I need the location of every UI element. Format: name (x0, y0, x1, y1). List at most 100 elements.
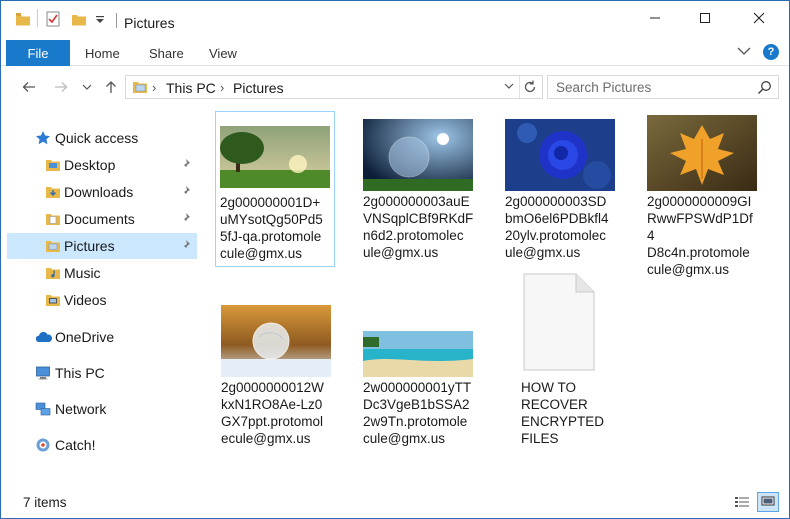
tab-home[interactable]: Home (85, 46, 120, 61)
sidebar-item-network[interactable]: Network (7, 396, 197, 422)
minimize-icon (650, 17, 660, 19)
close-button[interactable] (735, 1, 783, 35)
title-divider (116, 13, 117, 28)
file-explorer-window: Pictures File Home Share View ? › This P… (0, 0, 790, 519)
arrow-right-icon (55, 82, 68, 92)
details-view-button[interactable] (731, 492, 753, 512)
tab-view[interactable]: View (209, 46, 237, 61)
frozen-bubble-thumbnail (221, 305, 331, 377)
file-name: 2g0000000012W kxN1RO8Ae-Lz0 GX7ppt.protomo… (221, 380, 324, 446)
file-name: 2g000000001D+ uMYsotQg50Pd5 5fJ-qa.protomo… (220, 195, 323, 261)
sidebar-item-catch[interactable]: Catch! (7, 432, 197, 458)
sidebar-item-this-pc[interactable]: This PC (7, 360, 197, 386)
address-divider (519, 76, 520, 98)
close-icon (753, 12, 765, 24)
videos-folder-icon (46, 295, 60, 306)
pin-icon[interactable] (179, 185, 191, 197)
music-folder-icon (46, 268, 60, 279)
minimize-button[interactable] (631, 1, 679, 35)
blue-rose-thumbnail (505, 119, 615, 191)
maximize-icon (700, 13, 710, 23)
navigation-pane: Quick access Desktop Downloads Documents (1, 111, 201, 491)
search-placeholder: Search Pictures (556, 80, 652, 95)
ribbon: File Home Share View ? (1, 40, 789, 66)
file-item[interactable]: 2g000000001D+ uMYsotQg50Pd5 5fJ-qa.protomo… (215, 111, 335, 267)
pin-icon[interactable] (179, 158, 191, 170)
file-item[interactable]: 2w000000001yTT Dc3VgeB1bSSA2 2w9Tn.protomo… (359, 297, 479, 457)
sidebar-item-documents[interactable]: Documents (7, 206, 197, 232)
network-icon (35, 402, 51, 416)
pin-icon[interactable] (179, 239, 191, 251)
window-title: Pictures (124, 15, 175, 31)
breadcrumb-separator: › (152, 80, 157, 95)
sidebar-item-label: Network (55, 401, 107, 417)
sidebar-item-videos[interactable]: Videos (7, 287, 197, 313)
sidebar-item-label: Videos (64, 292, 107, 308)
file-item[interactable]: 2g000000003auE VNSqplCBf9RKdF n6d2.protomo… (359, 111, 479, 267)
sidebar-item-label: OneDrive (55, 329, 115, 345)
tab-file[interactable]: File (6, 40, 70, 66)
file-item[interactable]: 2g000000003SD bmO6el6PDBkfl4 20ylv.protomo… (501, 111, 621, 267)
new-folder-icon[interactable] (71, 11, 87, 27)
desktop-folder-icon (46, 160, 60, 171)
breadcrumb-pictures[interactable]: Pictures (233, 80, 284, 96)
sidebar-item-pictures[interactable]: Pictures (7, 233, 197, 259)
sidebar-item-desktop[interactable]: Desktop (7, 152, 197, 178)
sidebar-item-quick-access[interactable]: Quick access (7, 125, 197, 151)
large-icons-view-button[interactable] (757, 492, 779, 512)
breadcrumb-this-pc[interactable]: This PC (166, 80, 216, 96)
help-icon[interactable]: ? (763, 44, 779, 60)
sidebar-item-label: Pictures (64, 238, 115, 254)
sidebar-item-label: This PC (55, 365, 105, 381)
bubble-night-thumbnail (363, 119, 473, 191)
file-item[interactable]: HOW TO RECOVER ENCRYPTED FILES (517, 269, 637, 459)
sidebar-item-label: Documents (64, 211, 135, 227)
file-name: 2w000000001yTT Dc3VgeB1bSSA2 2w9Tn.protomo… (363, 380, 472, 446)
pin-icon[interactable] (179, 212, 191, 224)
forward-button[interactable] (51, 77, 71, 97)
back-button[interactable] (19, 77, 39, 97)
sidebar-item-downloads[interactable]: Downloads (7, 179, 197, 205)
documents-folder-icon (46, 214, 60, 225)
sidebar-item-label: Quick access (55, 130, 139, 146)
breadcrumb-separator: › (220, 80, 225, 95)
beach-thumbnail (363, 331, 473, 377)
folder-icon (16, 13, 30, 26)
sidebar-item-label: Catch! (55, 437, 96, 453)
sidebar-item-onedrive[interactable]: OneDrive (7, 324, 197, 350)
maximize-button[interactable] (681, 1, 729, 35)
arrow-up-icon (106, 81, 116, 93)
search-icon[interactable] (757, 80, 772, 95)
pictures-folder-icon (133, 82, 147, 93)
customize-toolbar-icon[interactable] (95, 15, 105, 25)
downloads-folder-icon (46, 187, 60, 198)
refresh-icon[interactable] (522, 79, 538, 95)
recent-locations-button[interactable] (77, 77, 97, 97)
catch-icon (36, 438, 50, 452)
file-name: 2g000000003auE VNSqplCBf9RKdF n6d2.protomo… (363, 194, 474, 260)
file-item[interactable]: 2g0000000012W kxN1RO8Ae-Lz0 GX7ppt.protomo… (217, 297, 337, 457)
up-button[interactable] (101, 77, 121, 97)
sidebar-item-label: Desktop (64, 157, 116, 173)
navigation-bar: › This PC › Pictures Search Pictures (1, 67, 789, 107)
tab-share[interactable]: Share (149, 46, 184, 61)
star-icon (36, 131, 50, 145)
address-bar[interactable]: › This PC › Pictures (125, 75, 543, 99)
chevron-down-icon[interactable] (504, 81, 514, 91)
blank-document-icon (523, 273, 595, 371)
file-item[interactable]: 2g0000000009GI RwwFPSWdP1Df4 D8c4n.protomo… (643, 111, 763, 277)
search-input[interactable]: Search Pictures (547, 75, 779, 99)
file-name: 2g0000000009GI RwwFPSWdP1Df4 D8c4n.protomo… (647, 194, 753, 277)
sidebar-item-label: Downloads (64, 184, 134, 200)
properties-icon[interactable] (45, 11, 61, 27)
arrow-left-icon (22, 82, 35, 92)
sidebar-item-label: Music (64, 265, 101, 281)
sidebar-item-music[interactable]: Music (7, 260, 197, 286)
chevron-down-icon[interactable] (737, 46, 751, 56)
title-bar: Pictures (1, 1, 789, 39)
file-name: HOW TO RECOVER ENCRYPTED FILES (521, 380, 605, 446)
pictures-folder-icon (46, 241, 60, 252)
computer-icon (36, 366, 50, 380)
tree-meadow-thumbnail (220, 126, 330, 188)
cloud-icon (35, 331, 53, 342)
